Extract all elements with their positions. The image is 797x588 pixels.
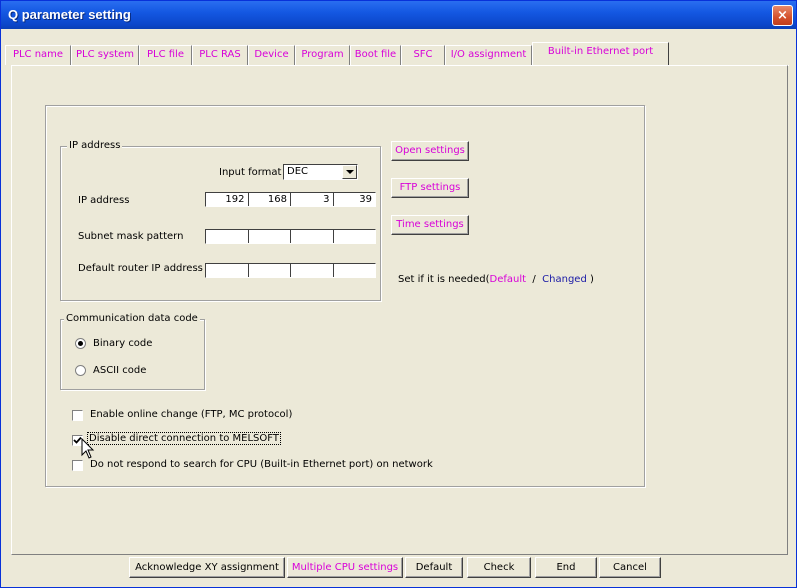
subnet-mask-label: Subnet mask pattern bbox=[78, 231, 184, 242]
online-change-checkbox[interactable] bbox=[72, 410, 83, 421]
communication-data-code-group: Communication data code bbox=[60, 313, 205, 390]
ftp-settings-button[interactable]: FTP settings bbox=[391, 178, 469, 198]
settings-hint: Set if it is needed(Default / Changed ) bbox=[398, 274, 594, 285]
check-button[interactable]: Check bbox=[467, 557, 531, 578]
acknowledge-xy-assignment-button[interactable]: Acknowledge XY assignment bbox=[129, 557, 285, 578]
close-button[interactable]: × bbox=[772, 5, 793, 26]
default-router-input[interactable] bbox=[205, 263, 376, 278]
default-button[interactable]: Default bbox=[405, 557, 463, 578]
ip-octet[interactable]: 168 bbox=[249, 193, 291, 206]
router-octet[interactable] bbox=[249, 264, 291, 277]
input-format-value: DEC bbox=[287, 166, 309, 177]
mouse-cursor-icon bbox=[81, 438, 95, 459]
subnet-octet[interactable] bbox=[334, 230, 376, 243]
tab-plc-name[interactable]: PLC name bbox=[5, 45, 71, 65]
default-router-label: Default router IP address bbox=[78, 263, 203, 274]
ip-address-input[interactable]: 192 168 3 39 bbox=[205, 192, 376, 207]
ip-octet[interactable]: 192 bbox=[206, 193, 249, 206]
tab-program[interactable]: Program bbox=[295, 45, 350, 65]
chevron-down-icon[interactable] bbox=[342, 165, 357, 179]
input-format-label: Input format bbox=[219, 167, 282, 178]
subnet-octet[interactable] bbox=[206, 230, 249, 243]
no-respond-checkbox[interactable] bbox=[72, 460, 83, 471]
multiple-cpu-settings-button[interactable]: Multiple CPU settings bbox=[287, 557, 403, 578]
close-icon: × bbox=[777, 8, 788, 23]
tab-built-in-ethernet-port[interactable]: Built-in Ethernet port bbox=[532, 42, 669, 66]
time-settings-button[interactable]: Time settings bbox=[391, 215, 469, 235]
ip-address-label: IP address bbox=[78, 195, 130, 206]
ascii-code-radio[interactable] bbox=[75, 365, 86, 376]
window-title: Q parameter setting bbox=[8, 7, 131, 22]
input-format-select[interactable]: DEC bbox=[283, 164, 358, 180]
hint-default: Default bbox=[489, 274, 527, 285]
ip-address-group-title: IP address bbox=[67, 140, 123, 151]
tab-plc-ras[interactable]: PLC RAS bbox=[192, 45, 248, 65]
disable-direct-label: Disable direct connection to MELSOFT bbox=[87, 432, 281, 445]
end-button[interactable]: End bbox=[535, 557, 597, 578]
ip-octet[interactable]: 39 bbox=[334, 193, 376, 206]
ascii-code-label: ASCII code bbox=[93, 365, 147, 376]
tab-io-assignment[interactable]: I/O assignment bbox=[445, 45, 532, 65]
communication-group-title: Communication data code bbox=[64, 313, 200, 324]
open-settings-button[interactable]: Open settings bbox=[391, 141, 469, 161]
tab-sfc[interactable]: SFC bbox=[401, 45, 445, 65]
tab-plc-system[interactable]: PLC system bbox=[71, 45, 139, 65]
binary-code-label: Binary code bbox=[93, 338, 153, 349]
subnet-octet[interactable] bbox=[291, 230, 334, 243]
no-respond-label: Do not respond to search for CPU (Built-… bbox=[90, 459, 433, 470]
router-octet[interactable] bbox=[334, 264, 376, 277]
tab-device[interactable]: Device bbox=[248, 45, 295, 65]
online-change-label: Enable online change (FTP, MC protocol) bbox=[90, 409, 293, 420]
router-octet[interactable] bbox=[206, 264, 249, 277]
subnet-octet[interactable] bbox=[249, 230, 291, 243]
binary-code-radio[interactable] bbox=[75, 338, 86, 349]
subnet-mask-input[interactable] bbox=[205, 229, 376, 244]
ip-octet[interactable]: 3 bbox=[291, 193, 334, 206]
hint-changed: Changed bbox=[542, 274, 587, 285]
parameter-window: Q parameter setting × PLC name PLC syste… bbox=[0, 0, 797, 588]
cancel-button[interactable]: Cancel bbox=[599, 557, 661, 578]
title-bar[interactable]: Q parameter setting × bbox=[1, 1, 796, 29]
router-octet[interactable] bbox=[291, 264, 334, 277]
tab-plc-file[interactable]: PLC file bbox=[139, 45, 192, 65]
tab-boot-file[interactable]: Boot file bbox=[350, 45, 401, 65]
